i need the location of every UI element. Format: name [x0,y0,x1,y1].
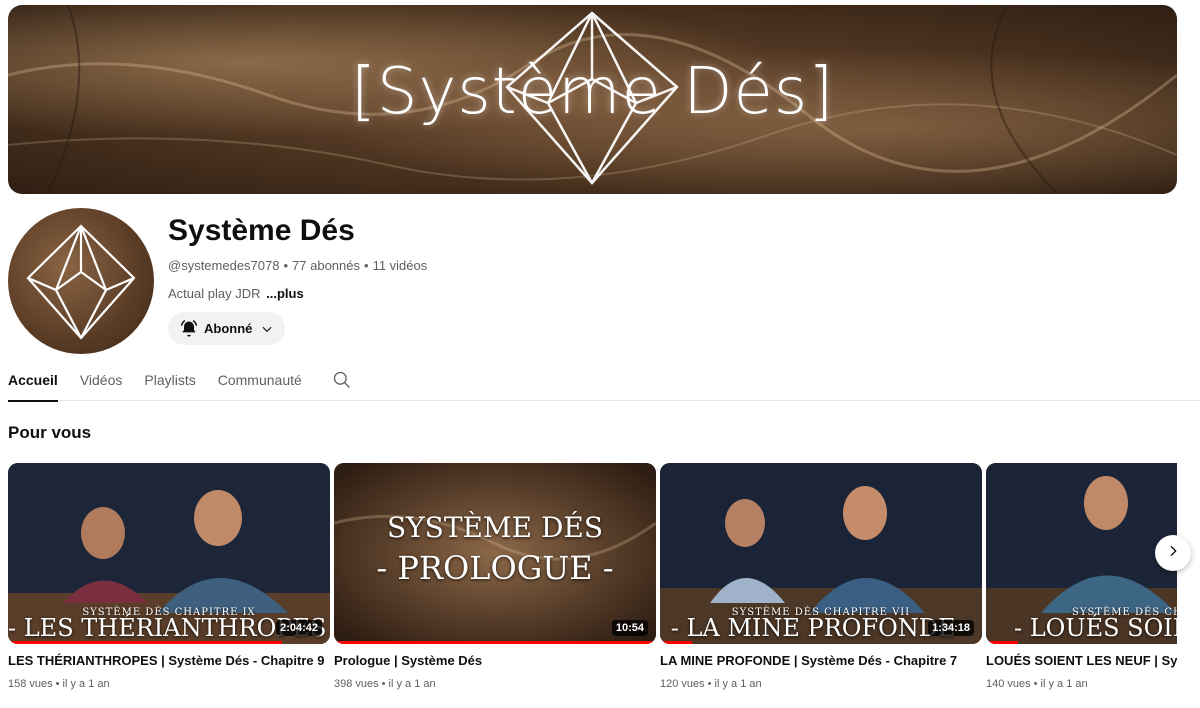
bell-icon [179,319,199,339]
upload-age: il y a 1 an [62,678,110,690]
video-title[interactable]: LOUÉS SOIENT LES NEUF | Système Dés [986,653,1177,668]
video-duration: 10:54 [611,620,648,636]
video-thumbnail[interactable]: SYSTÈME DÉS - PROLOGUE - 10:54 [334,463,656,644]
video-duration: 2:04:42 [276,620,322,636]
video-thumbnail[interactable]: SYSTÈME DÉS CHAPITRE - LOUÉS SOIENT LES [986,463,1177,644]
channel-description[interactable]: Actual play JDR ...plus [168,286,304,301]
thumbnail-line1: SYSTÈME DÉS [386,511,604,544]
video-duration: 1:34:18 [928,620,974,636]
channel-handle: @systemedes7078 [168,258,280,273]
chevron-right-icon [1165,543,1181,564]
view-count: 120 vues [660,678,705,690]
subscribe-label: Abonné [204,321,253,336]
video-card[interactable]: SYSTÈME DÉS CHAPITRE - LOUÉS SOIENT LES … [986,463,1177,690]
more-link[interactable]: ...plus [266,286,304,301]
video-title[interactable]: Prologue | Système Dés [334,653,656,668]
view-count: 158 vues [8,678,53,690]
video-title[interactable]: LA MINE PROFONDE | Système Dés - Chapitr… [660,653,982,668]
channel-meta: @systemedes7078 • 77 abonnés • 11 vidéos [168,258,427,273]
subscriber-count: 77 abonnés [292,258,360,273]
channel-name: Système Dés [168,214,355,247]
upload-age: il y a 1 an [1040,678,1088,690]
watch-progress-bar [8,641,282,644]
video-meta: 158 vues • il y a 1 an [8,678,330,690]
meta-separator: • [55,678,60,690]
thumbnail-line2: - PROLOGUE - [376,549,614,587]
meta-separator: • [707,678,712,690]
video-thumbnail[interactable]: SYSTÈME DÉS CHAPITRE VII - LA MINE PROFO… [660,463,982,644]
section-title: Pour vous [8,423,92,442]
video-card[interactable]: SYSTÈME DÉS CHAPITRE VII - LA MINE PROFO… [660,463,982,690]
search-icon[interactable] [332,364,352,390]
watch-progress-bar [986,641,1019,644]
banner-title: [Système Dés] [350,55,835,129]
watch-progress-bar [660,641,693,644]
upload-age: il y a 1 an [714,678,762,690]
video-title[interactable]: LES THÉRIANTHROPES | Système Dés - Chapi… [8,653,330,668]
meta-separator: • [283,258,289,273]
video-card[interactable]: SYSTÈME DÉS - PROLOGUE - 10:54 Prologue … [334,463,656,690]
video-thumbnail[interactable]: SYSTÈME DÉS CHAPITRE IX - LES THÉRIANTHR… [8,463,330,644]
channel-tabs: Accueil Vidéos Playlists Communauté [8,364,1200,402]
meta-separator: • [364,258,369,273]
watch-progress-bar [334,641,656,644]
video-count: 11 vidéos [372,258,428,273]
meta-separator: • [381,678,386,690]
channel-avatar[interactable] [8,208,154,354]
video-meta: 120 vues • il y a 1 an [660,678,982,690]
video-meta: 140 vues • il y a 1 an [986,678,1177,690]
tab-playlists[interactable]: Playlists [144,364,195,401]
meta-separator: • [1033,678,1038,690]
upload-age: il y a 1 an [388,678,436,690]
channel-banner: [Système Dés] [8,5,1177,194]
view-count: 140 vues [986,678,1031,690]
dice-logo-icon [26,224,136,340]
chevron-down-icon [260,322,274,336]
tab-accueil[interactable]: Accueil [8,364,58,402]
carousel-next-button[interactable] [1155,535,1191,571]
tab-communaute[interactable]: Communauté [218,364,302,401]
description-text: Actual play JDR [168,286,261,301]
video-card-clip: SYSTÈME DÉS CHAPITRE - LOUÉS SOIENT LES … [986,463,1177,703]
thumbnail-title-text: - LOUÉS SOIENT LES [1014,614,1177,642]
video-meta: 398 vues • il y a 1 an [334,678,656,690]
view-count: 398 vues [334,678,379,690]
video-card[interactable]: SYSTÈME DÉS CHAPITRE IX - LES THÉRIANTHR… [8,463,330,690]
tab-videos[interactable]: Vidéos [80,364,123,401]
subscribe-button[interactable]: Abonné [168,312,285,345]
